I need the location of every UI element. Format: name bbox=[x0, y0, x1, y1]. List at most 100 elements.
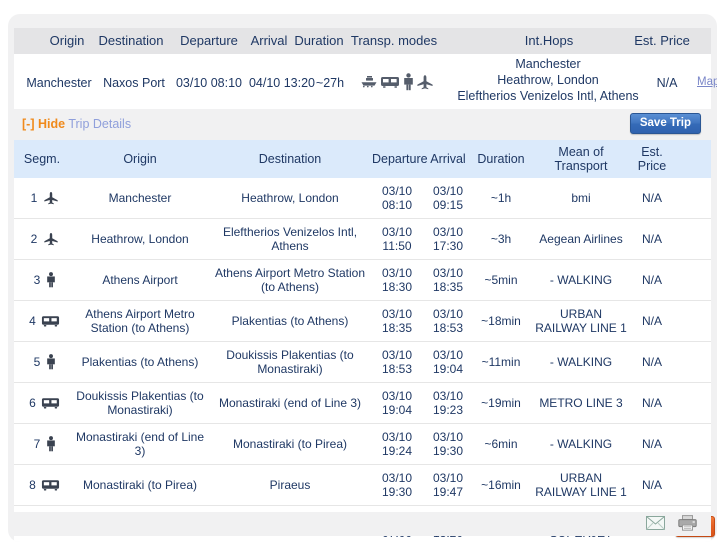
segment-cell: 4 bbox=[14, 300, 70, 342]
email-icon[interactable] bbox=[646, 516, 665, 530]
hide-trip-details-toggle[interactable]: [-] Hide Trip Details bbox=[22, 117, 131, 131]
departure-date: 03/10 bbox=[381, 471, 413, 485]
table-row: 1 Manchester Heathrow, London 03/10 08:10 03/… bbox=[14, 178, 711, 219]
departure-time: 18:53 bbox=[381, 362, 413, 376]
arrival-cell: 03/10 18:35 bbox=[424, 259, 472, 301]
transport-cell: - WALKING bbox=[530, 259, 632, 301]
summary-origin: Manchester bbox=[26, 76, 92, 90]
departure-time: 19:24 bbox=[381, 444, 413, 458]
summary-departure: 03/10 08:10 bbox=[175, 76, 243, 90]
departure-cell: 03/10 08:10 bbox=[370, 178, 424, 219]
segment-number: 1 bbox=[30, 191, 38, 206]
walking-icon bbox=[46, 354, 56, 370]
duration-cell: ~1h bbox=[490, 191, 512, 205]
plane-icon bbox=[43, 232, 59, 246]
col-arrival: Arrival bbox=[424, 140, 472, 178]
arrival-time: 18:35 bbox=[432, 280, 464, 294]
arrival-date: 03/10 bbox=[432, 430, 464, 444]
departure-date: 03/10 bbox=[381, 389, 413, 403]
col-est-price: Est. Price bbox=[632, 140, 672, 178]
arrival-date: 03/10 bbox=[432, 348, 464, 362]
table-row: 2 Heathrow, London Eleftherios Venizelos I… bbox=[14, 218, 711, 260]
col-departure: Departure bbox=[370, 140, 428, 178]
action-cell bbox=[672, 178, 711, 219]
arrival-date: 03/10 bbox=[432, 225, 464, 239]
transport-cell: URBAN RAILWAY LINE 1 bbox=[530, 300, 632, 342]
segment-cell: 7 bbox=[14, 423, 70, 465]
table-row: 3 Athens Airport Athens Airport Metro Stat… bbox=[14, 259, 711, 301]
departure-cell: 03/10 18:30 bbox=[370, 259, 424, 301]
destination-cell: Plakentias (to Athens) bbox=[210, 300, 370, 342]
price-cell: N/A bbox=[641, 191, 662, 205]
arrival-cell: 03/10 09:15 bbox=[424, 178, 472, 219]
segment-cell: 2 bbox=[14, 218, 70, 260]
table-body: 1 Manchester Heathrow, London 03/10 08:10 03/… bbox=[14, 178, 716, 542]
arrival-time: 19:30 bbox=[432, 444, 464, 458]
departure-time: 19:04 bbox=[381, 403, 413, 417]
arrival-cell: 03/10 18:53 bbox=[424, 300, 472, 342]
duration-cell: ~3h bbox=[472, 218, 530, 260]
destination-cell: Athens Airport Metro Station (to Athens) bbox=[210, 259, 370, 301]
action-cell bbox=[672, 423, 711, 465]
destination-cell: Doukissis Plakentias (to Monastiraki) bbox=[210, 341, 370, 383]
map-link[interactable]: Map bbox=[697, 76, 717, 88]
col-destination: Destination bbox=[210, 140, 370, 178]
segment-cell: 3 bbox=[14, 259, 70, 301]
table-row: 6 Doukissis Plakentias (to Monastiraki) Mo… bbox=[14, 382, 711, 424]
destination-cell: Heathrow, London bbox=[241, 191, 339, 205]
plane-icon bbox=[43, 191, 59, 205]
col-origin: Origin bbox=[70, 140, 210, 178]
arrival-date: 03/10 bbox=[432, 184, 464, 198]
arrival-time: 18:53 bbox=[432, 321, 464, 335]
arrival-cell: 03/10 19:04 bbox=[424, 341, 472, 383]
int-hop-1: Manchester bbox=[515, 57, 581, 71]
arrival-date: 03/10 bbox=[432, 389, 464, 403]
arrival-time: 19:04 bbox=[432, 362, 464, 376]
arrival-date: 03/10 bbox=[432, 307, 464, 321]
arrival-cell: 03/10 17:30 bbox=[424, 218, 472, 260]
transport-cell: - WALKING bbox=[530, 423, 632, 465]
train-icon bbox=[41, 314, 60, 328]
departure-cell: 03/10 11:50 bbox=[370, 218, 424, 260]
hide-label: Hide bbox=[37, 117, 66, 131]
transport-cell: METRO LINE 3 bbox=[530, 382, 632, 424]
destination-cell: Eleftherios Venizelos Intl, Athens bbox=[210, 218, 370, 260]
segment-number: 3 bbox=[33, 273, 41, 287]
departure-date: 03/10 bbox=[381, 225, 413, 239]
collapse-indicator: [-] bbox=[22, 117, 35, 131]
departure-date: 03/10 bbox=[381, 430, 413, 444]
transport-cell: URBAN RAILWAY LINE 1 bbox=[530, 464, 632, 506]
trip-details-toggle-bar: [-] Hide Trip Details Save Trip bbox=[14, 109, 711, 140]
summary-data-row: Manchester Naxos Port 03/10 08:10 04/10 … bbox=[14, 54, 717, 109]
origin-cell: Athens Airport Metro Station (to Athens) bbox=[70, 300, 210, 342]
duration-cell: ~11min bbox=[472, 341, 530, 383]
save-trip-button[interactable]: Save Trip bbox=[629, 113, 701, 134]
destination-cell: Monastiraki (to Pirea) bbox=[210, 423, 370, 465]
col-duration: Duration bbox=[472, 140, 530, 178]
print-icon[interactable] bbox=[678, 515, 697, 531]
train-icon bbox=[41, 478, 60, 492]
arrival-time: 17:30 bbox=[432, 239, 464, 253]
arrival-date: 03/10 bbox=[432, 266, 464, 280]
summary-col-duration: Duration bbox=[294, 33, 344, 48]
segment-cell: 1 bbox=[14, 178, 70, 219]
origin-cell: Doukissis Plakentias (to Monastiraki) bbox=[70, 382, 210, 424]
departure-cell: 03/10 19:30 bbox=[370, 464, 424, 506]
table-row: 5 Plakentias (to Athens) Doukissis Plakent… bbox=[14, 341, 711, 383]
summary-header-row: Origin Destination Departure Arrival Dur… bbox=[14, 28, 711, 54]
duration-cell: ~5min bbox=[472, 259, 530, 301]
action-cell bbox=[672, 464, 711, 506]
departure-time: 11:50 bbox=[382, 239, 412, 253]
summary-col-departure: Departure bbox=[180, 33, 238, 48]
segment-cell: 6 bbox=[14, 382, 70, 424]
summary-destination: Naxos Port bbox=[103, 76, 165, 90]
arrival-time: 09:15 bbox=[432, 198, 464, 212]
trip-results-page: Origin Destination Departure Arrival Dur… bbox=[0, 0, 725, 556]
panel-footer bbox=[14, 512, 711, 536]
segment-cell: 5 bbox=[14, 341, 70, 383]
footer-actions bbox=[646, 515, 697, 531]
int-hop-2: Heathrow, London bbox=[497, 73, 599, 87]
origin-cell: Manchester bbox=[108, 191, 172, 205]
segment-number: 7 bbox=[33, 437, 41, 451]
ferry-icon bbox=[360, 75, 378, 89]
